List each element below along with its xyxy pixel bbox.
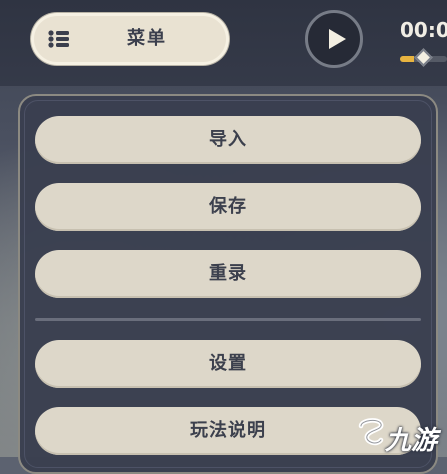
timeline-handle[interactable] <box>414 48 433 67</box>
menu-button[interactable]: 菜单 <box>34 16 226 62</box>
menu-button-label: 菜单 <box>127 28 167 49</box>
time-readout: 00:00 <box>400 18 447 42</box>
menu-item-save[interactable]: 保存 <box>35 183 421 231</box>
play-icon <box>329 29 346 49</box>
menu-item-rerecord[interactable]: 重录 <box>35 250 421 298</box>
watermark-text: 九游 <box>385 426 438 456</box>
timeline-progress <box>400 56 415 62</box>
list-icon <box>48 30 69 48</box>
top-toolbar: 菜单 00:00 <box>0 0 447 87</box>
menu-divider <box>35 318 421 321</box>
play-button[interactable] <box>305 10 363 68</box>
menu-item-settings[interactable]: 设置 <box>35 340 421 388</box>
menu-item-import[interactable]: 导入 <box>35 116 421 164</box>
